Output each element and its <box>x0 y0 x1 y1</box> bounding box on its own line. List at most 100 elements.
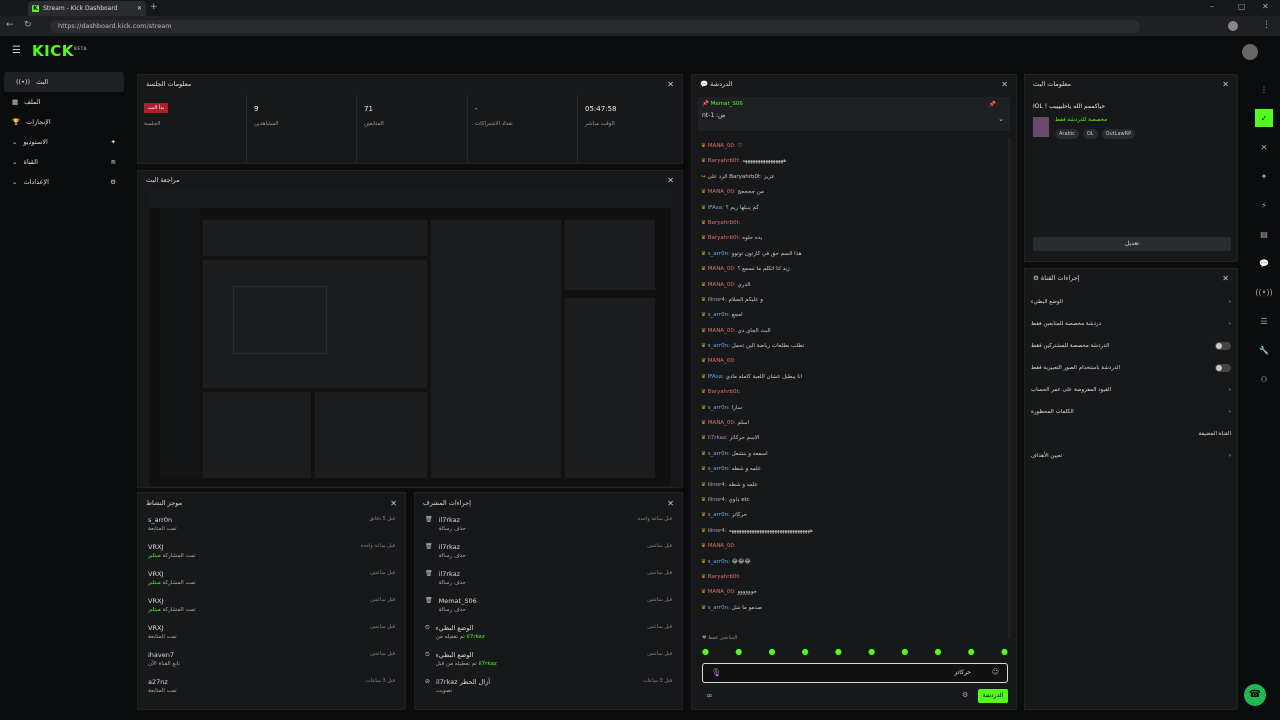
chevron-down-icon[interactable]: ⌄ <box>998 115 1004 123</box>
sidebar-item-channel[interactable]: ⌄ القناة ≋ <box>0 152 128 172</box>
sidebar-item-profile[interactable]: ▦ الملف <box>0 92 128 112</box>
chat-username[interactable]: s_arr0n: <box>708 512 730 518</box>
minimize-icon[interactable]: – <box>1210 2 1214 11</box>
setting-followers-only[interactable]: دردشة مخصصة للمتابعين فقط › <box>1025 313 1237 335</box>
close-icon[interactable]: ✕ <box>1255 138 1273 156</box>
chat-message[interactable]: ♛ MANA_00: زيد انا اتكلم ما تسمع ؟ <box>692 262 1012 277</box>
profile-icon[interactable] <box>1228 21 1238 31</box>
close-icon[interactable]: ✕ <box>1001 80 1008 89</box>
sidebar-item-stream[interactable]: ((•)) البث <box>4 72 124 92</box>
chat-message[interactable]: ♛ Baryahrb0t: <box>692 216 1012 231</box>
more-icon[interactable]: ⋮ <box>1255 80 1273 98</box>
chat-icon[interactable]: 💬 <box>1255 254 1273 272</box>
close-icon[interactable]: ✕ <box>667 499 674 508</box>
users-icon[interactable]: ⚇ <box>1255 370 1273 388</box>
sidebar-item-achievements[interactable]: 🏆 الإنجازات <box>0 112 128 132</box>
chat-username[interactable]: s_arr0n: <box>708 251 730 257</box>
chat-message[interactable]: ♛ ilinor4: و عليكم السلام <box>692 293 1012 308</box>
setting-goals[interactable]: تعيين الأهداف › <box>1025 445 1237 467</box>
chat-username[interactable]: Baryahrb0t: <box>708 220 741 226</box>
chat-username[interactable]: MANA_00: <box>708 282 736 288</box>
chat-message[interactable]: ♛ Baryahrb0t: ههههههههههههههههه <box>692 154 1012 169</box>
toggle-switch[interactable] <box>1215 364 1231 372</box>
chat-username[interactable]: s_arr0n: <box>708 605 730 611</box>
sidebar-item-studio[interactable]: ⌄ الاستوديو ✦ <box>0 132 128 152</box>
support-button[interactable]: ☎ <box>1244 684 1266 706</box>
chat-message[interactable]: ♛ s_arr0n: سارا <box>692 401 1012 416</box>
chat-message[interactable]: ♛ s_arr0n: حركاتز <box>692 508 1012 523</box>
setting-banned-words[interactable]: الكلمات المحظورة › <box>1025 401 1237 423</box>
chat-username[interactable]: s_arr0n: <box>708 343 730 349</box>
chat-username[interactable]: MANA_00: <box>708 543 736 549</box>
setting-subscribers-only[interactable]: الدردشة مخصصة للمشتركين فقط <box>1025 335 1237 357</box>
close-tab-icon[interactable]: ✕ <box>137 5 142 12</box>
chat-username[interactable]: s_arr0n: <box>708 559 730 565</box>
chat-message[interactable]: ♛ s_arr0n: 😂😂😂 <box>692 555 1012 570</box>
chat-username[interactable]: il7rkaz: <box>708 435 728 441</box>
chat-username[interactable]: MANA_00: <box>708 358 736 364</box>
chat-username[interactable]: MANA_00: <box>708 189 736 195</box>
chat-username[interactable]: MANA_00: <box>708 266 736 272</box>
toggle-switch[interactable] <box>1215 342 1231 350</box>
edit-button[interactable]: تعديل <box>1033 237 1231 251</box>
mic-icon[interactable]: 🎙 <box>711 668 721 677</box>
setting-emotes-only[interactable]: الدردشة باستخدام الصور التعبيرية فقط <box>1025 357 1237 379</box>
send-chat-button[interactable]: الدردشة <box>978 689 1008 703</box>
chat-scrollbar[interactable] <box>1008 139 1011 639</box>
close-icon[interactable]: ✕ <box>1222 274 1229 283</box>
chat-username[interactable]: s_arr0n: <box>708 466 730 472</box>
close-icon[interactable]: ✕ <box>390 499 397 508</box>
chat-username[interactable]: ilinor4: <box>708 528 727 534</box>
setting-host-channel[interactable]: القناة المضيفة <box>1025 423 1237 445</box>
close-icon[interactable]: ✕ <box>667 80 674 89</box>
chat-message[interactable]: ♛ s_arr0n: علمه و شطه <box>692 462 1012 477</box>
pinned-message[interactable]: 📌 Memat_S06 nt-1 :ض 📌 ⌄ <box>698 97 1010 131</box>
setting-account-age[interactable]: القيود المفروضة على عمر الحساب › <box>1025 379 1237 401</box>
user-avatar[interactable] <box>1242 44 1258 60</box>
chat-message[interactable]: ♛ MANA_00: من ججججج <box>692 185 1012 200</box>
wrench-icon[interactable]: 🔧 <box>1255 341 1273 359</box>
chat-username[interactable]: MANA_00: <box>708 589 736 595</box>
stream-preview-video[interactable] <box>149 190 671 486</box>
chat-username[interactable]: ilinor4: <box>708 497 727 503</box>
chat-username[interactable]: Baryahrb0t: <box>708 574 741 580</box>
file-icon[interactable]: ▤ <box>1255 225 1273 243</box>
close-icon[interactable]: ✕ <box>1222 80 1229 89</box>
chat-username[interactable]: ilinor4: <box>708 297 727 303</box>
chat-message[interactable]: ♛ IFAsa: انا يبطيل عشان اللعبة كامله ماد… <box>692 370 1012 385</box>
chat-message[interactable]: ♛ ilinor4: ههههههههههههههههههههههههههههه… <box>692 524 1012 539</box>
chat-message[interactable]: ♛ s_arr0n: اسمعه و بتشعل <box>692 447 1012 462</box>
chat-username[interactable]: ilinor4: <box>708 482 727 488</box>
chat-message[interactable]: ♛ s_arr0n: هذا السم حق في كارتون توتوو <box>692 247 1012 262</box>
menu-icon[interactable]: ⋮ <box>1262 20 1271 30</box>
chat-message[interactable]: ♛ ilinor4: داوي etc <box>692 493 1012 508</box>
hamburger-menu-icon[interactable]: ☰ <box>12 45 21 56</box>
new-tab-icon[interactable]: + <box>150 2 158 12</box>
chat-username[interactable]: s_arr0n: <box>708 405 730 411</box>
chat-username[interactable]: Baryahrb0t: <box>708 235 741 241</box>
browser-tab[interactable]: K Stream - Kick Dashboard ✕ <box>28 1 146 16</box>
close-window-icon[interactable]: ✕ <box>1262 2 1269 11</box>
kick-logo[interactable]: KICKBETA <box>32 42 87 60</box>
chat-message[interactable]: ♛ MANA_00: البث الجاي دي <box>692 324 1012 339</box>
close-icon[interactable]: ✕ <box>667 176 674 185</box>
lightning-icon[interactable]: ⚡ <box>1255 196 1273 214</box>
emote-bar[interactable]: ● ● ● ● ● ● ● ● ● ● <box>702 647 1008 661</box>
back-icon[interactable]: ← <box>6 20 14 30</box>
unpin-icon[interactable]: 📌 <box>989 101 996 108</box>
chat-username[interactable]: MANA_00: <box>708 420 736 426</box>
chat-message[interactable]: ♛ s_arr0n: امجع <box>692 308 1012 323</box>
chat-username[interactable]: s_arr0n: <box>708 451 730 457</box>
chat-username[interactable]: IFAsa: <box>708 205 724 211</box>
chat-username[interactable]: Baryahrb0t: <box>708 158 741 164</box>
studio-icon[interactable]: ✦ <box>1255 167 1273 185</box>
chat-message[interactable]: ♛ MANA_00: جوووووو <box>692 585 1012 600</box>
loop-icon[interactable]: ∞ <box>706 691 713 700</box>
address-bar[interactable]: https://dashboard.kick.com/stream <box>50 20 1140 33</box>
chat-message[interactable]: ↪ الرد على Baryahrb0t: عزيز <box>692 170 1012 185</box>
chat-message[interactable]: ♛ ilinor4: علمه و شطه <box>692 478 1012 493</box>
chat-username[interactable]: IFAsa: <box>708 374 724 380</box>
chat-username[interactable]: MANA_00: <box>708 143 736 149</box>
chat-message[interactable]: ♛ Baryahrb0t: <box>692 570 1012 585</box>
chat-message[interactable]: ♛ MANA_00: الدري <box>692 278 1012 293</box>
